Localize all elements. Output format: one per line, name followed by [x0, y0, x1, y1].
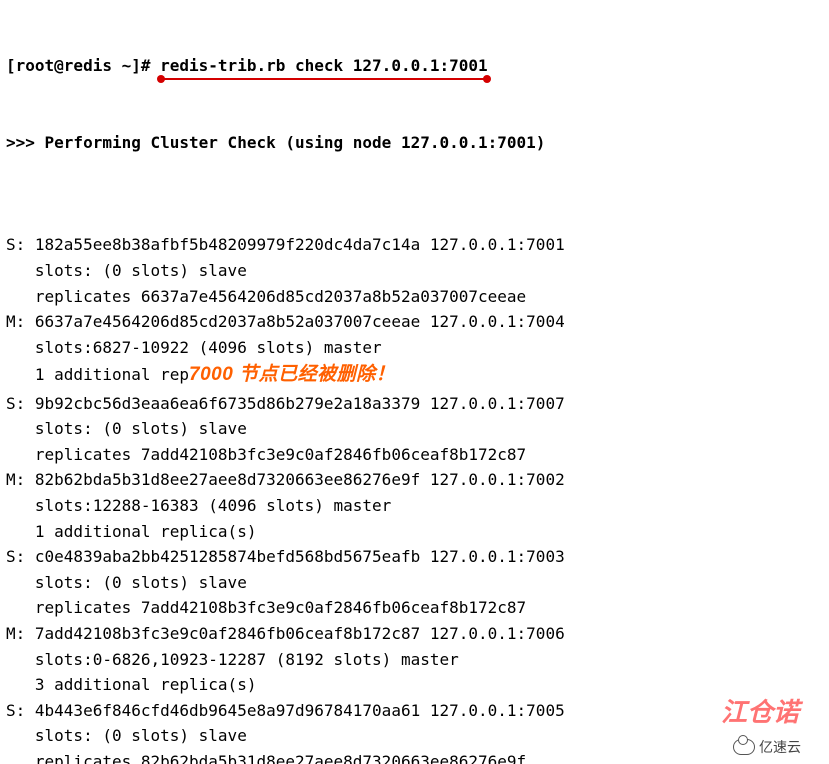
watermark-site-text: 亿速云 [759, 736, 801, 758]
node-slots: slots:12288-16383 (4096 slots) master [6, 493, 829, 519]
node-header: S: 4b443e6f846cfd46db9645e8a97d96784170a… [6, 698, 829, 724]
node-slots: slots: (0 slots) slave [6, 416, 829, 442]
node-slots: slots: (0 slots) slave [6, 258, 829, 284]
node-extra-text: 1 additional rep [6, 365, 189, 384]
cloud-icon [733, 739, 755, 755]
node-header: S: 182a55ee8b38afbf5b48209979f220dc4da7c… [6, 232, 829, 258]
red-underline [160, 78, 488, 80]
node-header: S: 9b92cbc56d3eaa6ea6f6735d86b279e2a18a3… [6, 391, 829, 417]
node-header: M: 7add42108b3fc3e9c0af2846fb06ceaf8b172… [6, 621, 829, 647]
node-slots: slots:0-6826,10923-12287 (8192 slots) ma… [6, 647, 829, 673]
watermark-author: 江仓诺 [721, 692, 799, 734]
command-underlined: redis-trib.rb check 127.0.0.1:7001 [160, 53, 488, 79]
node-extra: 1 additional replica(s) [6, 519, 829, 545]
node-slots: slots: (0 slots) slave [6, 570, 829, 596]
node-slots: slots: (0 slots) slave [6, 723, 829, 749]
shell-prompt: [root@redis ~]# [6, 56, 160, 75]
node-extra: replicates 6637a7e4564206d85cd2037a8b52a… [6, 284, 829, 310]
node-extra: replicates 7add42108b3fc3e9c0af2846fb06c… [6, 595, 829, 621]
terminal-output: [root@redis ~]# redis-trib.rb check 127.… [0, 0, 829, 764]
nodes-list: S: 182a55ee8b38afbf5b48209979f220dc4da7c… [6, 232, 829, 764]
node-header: S: c0e4839aba2bb4251285874befd568bd5675e… [6, 544, 829, 570]
prompt-line: [root@redis ~]# redis-trib.rb check 127.… [6, 53, 829, 79]
watermark-site: 亿速云 [733, 736, 801, 758]
node-extra: replicates 82b62bda5b31d8ee27aee8d732066… [6, 749, 829, 764]
underline-dot-left [157, 75, 165, 83]
underline-dot-right [483, 75, 491, 83]
node-extra: 1 additional rep7000 节点已经被删除！ [6, 360, 829, 390]
command-text: redis-trib.rb check 127.0.0.1:7001 [160, 56, 488, 75]
annotation-text: 7000 节点已经被删除！ [189, 364, 395, 385]
node-header: M: 6637a7e4564206d85cd2037a8b52a037007ce… [6, 309, 829, 335]
node-extra: replicates 7add42108b3fc3e9c0af2846fb06c… [6, 442, 829, 468]
node-slots: slots:6827-10922 (4096 slots) master [6, 335, 829, 361]
node-extra: 3 additional replica(s) [6, 672, 829, 698]
cluster-check-header: >>> Performing Cluster Check (using node… [6, 130, 829, 156]
node-header: M: 82b62bda5b31d8ee27aee8d7320663ee86276… [6, 467, 829, 493]
